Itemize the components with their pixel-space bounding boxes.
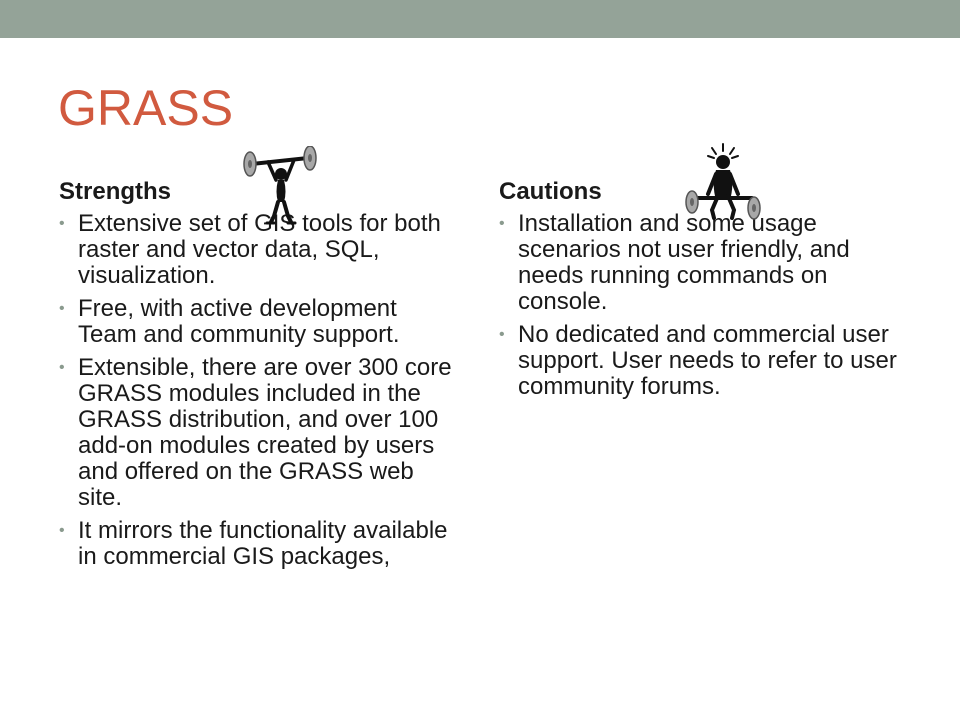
- strengths-column: Strengths • Extensive set of GIS tools fo…: [59, 177, 459, 577]
- cautions-list: • Installation and some usage scenarios n…: [499, 211, 909, 400]
- weightlifter-straining-icon: [685, 143, 761, 220]
- bullet-icon: •: [59, 359, 65, 376]
- bullet-icon: •: [59, 300, 65, 317]
- strengths-list: • Extensive set of GIS tools for both ras…: [59, 211, 459, 570]
- bullet-icon: •: [499, 215, 505, 232]
- list-item: • Extensible, there are over 300 core GRA…: [59, 354, 452, 511]
- list-item: • Free, with active development Team and …: [59, 295, 400, 348]
- top-accent-bar: [0, 0, 960, 38]
- slide-title: GRASS: [58, 80, 234, 136]
- bullet-icon: •: [499, 326, 505, 343]
- list-item: • It mirrors the functionality available …: [59, 517, 448, 570]
- bullet-icon: •: [59, 215, 65, 232]
- list-item: • No dedicated and commercial user suppor…: [499, 321, 897, 400]
- list-item: • Installation and some usage scenarios n…: [499, 210, 850, 315]
- bullet-icon: •: [59, 522, 65, 539]
- weightlifter-strong-icon: [243, 146, 317, 225]
